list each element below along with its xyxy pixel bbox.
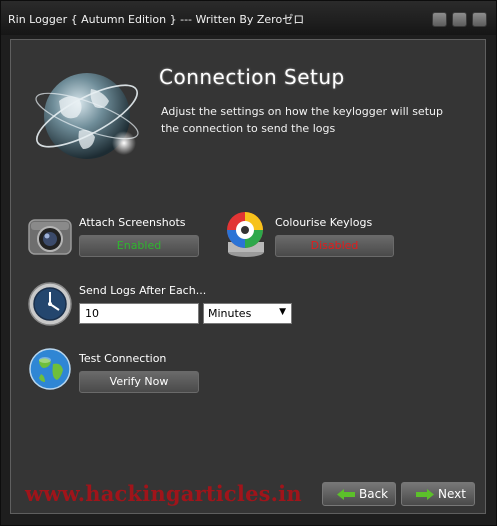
- attach-screenshots-toggle[interactable]: Enabled: [79, 235, 199, 257]
- test-connection-label: Test Connection: [79, 352, 167, 365]
- back-button-label: Back: [359, 487, 389, 501]
- watermark-text: www.hackingarticles.in: [25, 481, 302, 506]
- next-button[interactable]: Next: [401, 482, 475, 506]
- next-arrow-icon: [416, 489, 434, 500]
- window-title: Rin Logger { Autumn Edition } --- Writte…: [8, 13, 305, 26]
- page-heading: Connection Setup: [159, 65, 345, 89]
- send-logs-interval-input[interactable]: 10: [79, 303, 199, 324]
- send-logs-unit-value: Minutes: [208, 307, 252, 320]
- color-wheel-icon: [227, 212, 264, 257]
- globe-icon: [35, 73, 139, 159]
- attach-screenshots-label: Attach Screenshots: [79, 216, 186, 229]
- close-button[interactable]: [472, 12, 487, 27]
- minimize-button[interactable]: [432, 12, 447, 27]
- app-window: Rin Logger { Autumn Edition } --- Writte…: [0, 0, 497, 526]
- maximize-button[interactable]: [452, 12, 467, 27]
- back-button[interactable]: Back: [322, 482, 396, 506]
- next-button-label: Next: [438, 487, 466, 501]
- send-logs-label: Send Logs After Each...: [79, 284, 207, 297]
- colourise-keylogs-toggle[interactable]: Disabled: [275, 235, 394, 257]
- send-logs-unit-select[interactable]: Minutes ▼: [203, 303, 292, 324]
- verify-now-button[interactable]: Verify Now: [79, 371, 199, 393]
- colourise-keylogs-label: Colourise Keylogs: [275, 216, 373, 229]
- chevron-down-icon: ▼: [279, 307, 286, 317]
- title-bar[interactable]: Rin Logger { Autumn Edition } --- Writte…: [1, 1, 496, 35]
- camera-icon: [28, 219, 72, 255]
- back-arrow-icon: [337, 489, 355, 500]
- page-description: Adjust the settings on how the keylogger…: [161, 105, 443, 135]
- earth-icon: [29, 348, 71, 390]
- clock-icon: [28, 282, 72, 326]
